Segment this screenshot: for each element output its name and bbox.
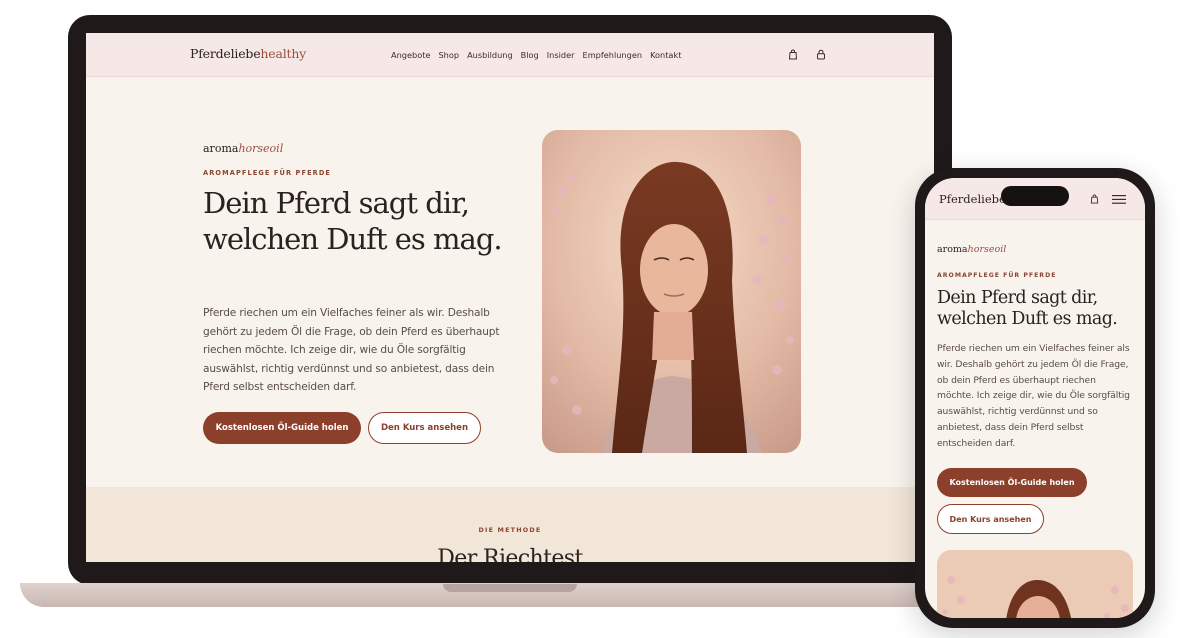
mobile-site-logo[interactable]: Pferdeliebe [939,192,1006,206]
view-course-button[interactable]: Den Kurs ansehen [368,412,481,444]
nav-item-kontakt[interactable]: Kontakt [650,50,681,60]
mobile-aromahorseoil-wordmark: aromahorseoil [937,244,1006,255]
hero-title: Dein Pferd sagt dir, welchen Duft es mag… [203,186,503,256]
lock-icon[interactable] [816,49,826,60]
method-title: Der Riechtest [437,546,583,562]
logo-name: Pferdeliebe [190,46,261,61]
mobile-wordmark-prefix: aroma [937,244,968,255]
laptop-trackpad-notch [443,584,577,592]
nav-item-insider[interactable]: Insider [547,50,575,60]
mobile-hero-eyebrow: AROMAPFLEGE FÜR PFERDE [937,272,1057,279]
phone-screen: Pferdeliebe aromahorseoil AROMAPFLEGE FÜ… [925,178,1145,618]
mobile-hero-portrait-photo [937,550,1133,618]
nav-item-angebote[interactable]: Angebote [391,50,430,60]
method-eyebrow: DIE METHODE [478,526,542,534]
menu-icon[interactable] [1112,195,1126,204]
wordmark-prefix: aroma [203,142,239,155]
shopping-bag-icon[interactable] [1090,194,1099,204]
site-logo[interactable]: Pferdeliebehealthy [190,46,306,61]
mobile-hero-title: Dein Pferd sagt dir, welchen Duft es mag… [937,288,1118,329]
top-navigation: Pferdeliebehealthy Angebote Shop Ausbild… [86,33,934,77]
nav-item-ausbildung[interactable]: Ausbildung [467,50,513,60]
nav-item-empfehlungen[interactable]: Empfehlungen [583,50,643,60]
phone-dynamic-island [1001,186,1069,206]
hero-eyebrow: AROMAPFLEGE FÜR PFERDE [203,169,332,177]
hero-body: Pferde riechen um ein Vielfaches feiner … [203,307,500,394]
logo-accent: healthy [260,46,307,61]
nav-item-shop[interactable]: Shop [438,50,459,60]
mobile-view-course-button[interactable]: Den Kurs ansehen [937,504,1044,534]
mobile-wordmark-suffix: horseoil [967,244,1007,255]
shopping-bag-icon[interactable] [788,49,798,60]
free-guide-button[interactable]: Kostenlosen Öl-Guide holen [203,412,361,444]
nav-item-blog[interactable]: Blog [521,50,539,60]
mobile-free-guide-button[interactable]: Kostenlosen Öl-Guide holen [937,468,1087,497]
main-menu: Angebote Shop Ausbildung Blog Insider Em… [391,50,681,60]
wordmark-suffix: horseoil [238,142,284,155]
hero-portrait-photo [542,130,801,453]
aromahorseoil-wordmark: aromahorseoil [203,142,283,155]
mobile-hero-body: Pferde riechen um ein Vielfaches feiner … [937,343,1130,449]
mobile-logo-name: Pferdeliebe [939,192,1006,206]
laptop-screen: Pferdeliebehealthy Angebote Shop Ausbild… [86,33,934,562]
